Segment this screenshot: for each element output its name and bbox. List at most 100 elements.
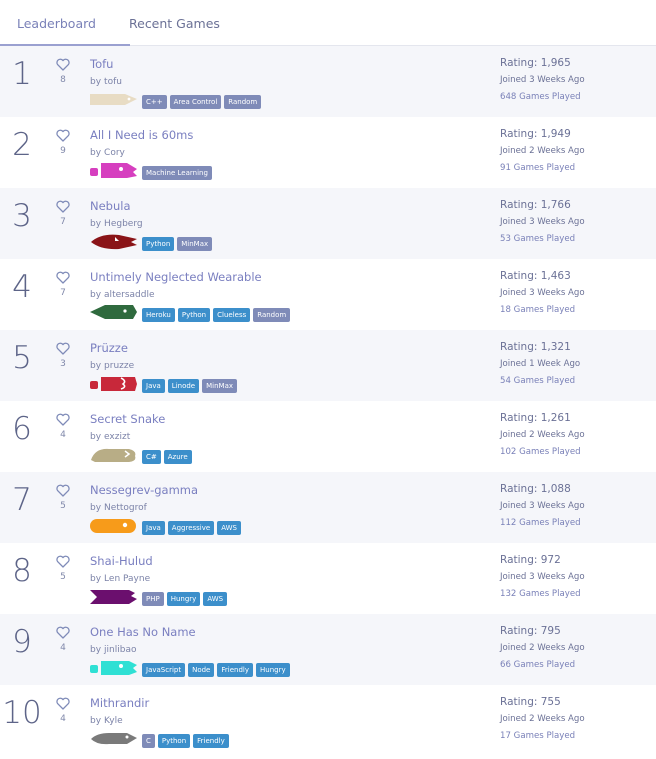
leaderboard-row[interactable]: 10 4 Mithrandir by Kyle C Python Friendly R… [0, 685, 656, 756]
tag-badge[interactable]: Random [253, 308, 291, 322]
owner-link[interactable]: Nettogrof [104, 503, 147, 513]
snake-stats: Rating: 1,463 Joined 3 Weeks Ago 18 Game… [500, 270, 585, 315]
games-played-link[interactable]: 102 Games Played [500, 447, 585, 457]
snake-stats: Rating: 972 Joined 3 Weeks Ago 132 Games… [500, 554, 585, 599]
leaderboard-row[interactable]: 5 3 Prüzze by pruzze Java Linode MinMax Rat… [0, 330, 656, 401]
rank-number: 3 [12, 198, 32, 234]
tag-badge[interactable]: Friendly [193, 734, 229, 748]
tag-badge[interactable]: C++ [142, 95, 167, 109]
heart-icon[interactable] [56, 56, 70, 71]
tag-badge[interactable]: AWS [203, 592, 228, 606]
snake-name-link[interactable]: Mithrandir [90, 696, 149, 710]
tag-badge[interactable]: Friendly [217, 663, 253, 677]
tag-badge[interactable]: C# [142, 450, 161, 464]
leaderboard-row[interactable]: 3 7 Nebula by Hegberg Python MinMax Rating… [0, 188, 656, 259]
tag-badge[interactable]: Python [142, 237, 175, 251]
games-played-link[interactable]: 53 Games Played [500, 234, 585, 244]
tag-badge[interactable]: Area Control [169, 95, 222, 109]
tag-badge[interactable]: C [142, 734, 155, 748]
heart-icon[interactable] [56, 198, 70, 213]
heart-icon[interactable] [56, 127, 70, 142]
leaderboard-row[interactable]: 4 7 Untimely Neglected Wearable by alters… [0, 259, 656, 330]
snake-stats: Rating: 1,321 Joined 1 Week Ago 54 Games… [500, 341, 580, 386]
snake-name-link[interactable]: Nessegrev-gamma [90, 483, 198, 497]
heart-icon[interactable] [56, 411, 70, 426]
joined-text: Joined 3 Weeks Ago [500, 75, 585, 85]
like-count: 4 [60, 643, 66, 653]
snake-name-link[interactable]: Shai-Hulud [90, 554, 153, 568]
leaderboard-row[interactable]: 6 4 Secret Snake by exzizt C# Azure Rating… [0, 401, 656, 472]
games-played-link[interactable]: 54 Games Played [500, 376, 580, 386]
games-played-link[interactable]: 132 Games Played [500, 589, 585, 599]
owner-link[interactable]: exzizt [104, 432, 130, 442]
snake-name-link[interactable]: Secret Snake [90, 412, 165, 426]
tab-leaderboard[interactable]: Leaderboard [0, 16, 130, 46]
leaderboard-row[interactable]: 7 5 Nessegrev-gamma by Nettogrof Java Aggr… [0, 472, 656, 543]
tab-bar: Leaderboard Recent Games [0, 0, 656, 46]
tag-badge[interactable]: Heroku [142, 308, 175, 322]
games-played-link[interactable]: 648 Games Played [500, 92, 585, 102]
owner-line: by tofu [90, 77, 122, 87]
tag-badge[interactable]: Java [142, 521, 165, 535]
heart-icon[interactable] [56, 553, 70, 568]
snake-name-link[interactable]: One Has No Name [90, 625, 196, 639]
tag-badge[interactable]: JavaScript [142, 663, 186, 677]
rank-number: 10 [2, 695, 42, 731]
owner-link[interactable]: pruzze [104, 361, 134, 371]
snake-name-link[interactable]: Untimely Neglected Wearable [90, 270, 262, 284]
heart-icon[interactable] [56, 340, 70, 355]
leaderboard-row[interactable]: 8 5 Shai-Hulud by Len Payne PHP Hungry AWS … [0, 543, 656, 614]
owner-link[interactable]: Hegberg [104, 219, 143, 229]
by-label: by [90, 716, 102, 726]
leaderboard-row[interactable]: 9 4 One Has No Name by jinlibao JavaScrip… [0, 614, 656, 685]
rating-text: Rating: 1,766 [500, 199, 571, 211]
rank-number: 6 [12, 411, 32, 447]
owner-link[interactable]: Len Payne [104, 574, 150, 584]
snake-name-link[interactable]: All I Need is 60ms [90, 128, 193, 142]
tag-badge[interactable]: AWS [217, 521, 241, 535]
like-count: 4 [60, 714, 66, 724]
tag-badge[interactable]: Random [224, 95, 262, 109]
tag-badge[interactable]: Clueless [213, 308, 251, 322]
tag-badge[interactable]: Java [142, 379, 165, 393]
tag-badge[interactable]: Hungry [166, 592, 201, 606]
leaderboard-row[interactable]: 1 8 Tofu by tofu C++ Area Control Random Ra… [0, 46, 656, 117]
rating-text: Rating: 755 [500, 696, 561, 708]
snake-name-link[interactable]: Prüzze [90, 341, 128, 355]
owner-link[interactable]: tofu [104, 77, 122, 87]
snake-stats: Rating: 1,088 Joined 3 Weeks Ago 112 Gam… [500, 483, 585, 528]
heart-icon[interactable] [56, 695, 70, 710]
snake-name-link[interactable]: Tofu [90, 57, 113, 71]
snake-head-icon [89, 91, 139, 108]
owner-link[interactable]: Kyle [104, 716, 123, 726]
leaderboard-row[interactable]: 2 9 All I Need is 60ms by Cory Machine Le… [0, 117, 656, 188]
tag-badge[interactable]: PHP [142, 592, 164, 606]
games-played-link[interactable]: 18 Games Played [500, 305, 585, 315]
tag-badge[interactable]: MinMax [202, 379, 238, 393]
owner-link[interactable]: jinlibao [104, 645, 136, 655]
tab-recent-games[interactable]: Recent Games [129, 16, 220, 45]
tag-badge[interactable]: Azure [163, 450, 192, 464]
owner-link[interactable]: altersaddle [104, 290, 154, 300]
games-played-link[interactable]: 66 Games Played [500, 660, 585, 670]
tag-badge[interactable]: Aggressive [167, 521, 215, 535]
tag-badge[interactable]: Node [188, 663, 215, 677]
tag-badge[interactable]: Linode [167, 379, 200, 393]
tag-badge[interactable]: Machine Learning [142, 166, 212, 180]
heart-icon[interactable] [56, 624, 70, 639]
games-played-link[interactable]: 112 Games Played [500, 518, 585, 528]
rating-text: Rating: 972 [500, 554, 561, 566]
by-label: by [90, 290, 102, 300]
heart-icon[interactable] [56, 269, 70, 284]
owner-line: by jinlibao [90, 645, 137, 655]
snake-name-link[interactable]: Nebula [90, 199, 131, 213]
tag-badge[interactable]: Python [157, 734, 191, 748]
tag-badge[interactable]: MinMax [177, 237, 213, 251]
owner-link[interactable]: Cory [104, 148, 125, 158]
heart-icon[interactable] [56, 482, 70, 497]
rating-text: Rating: 1,463 [500, 270, 571, 282]
games-played-link[interactable]: 17 Games Played [500, 731, 585, 741]
tag-badge[interactable]: Hungry [256, 663, 290, 677]
games-played-link[interactable]: 91 Games Played [500, 163, 585, 173]
tag-badge[interactable]: Python [177, 308, 211, 322]
